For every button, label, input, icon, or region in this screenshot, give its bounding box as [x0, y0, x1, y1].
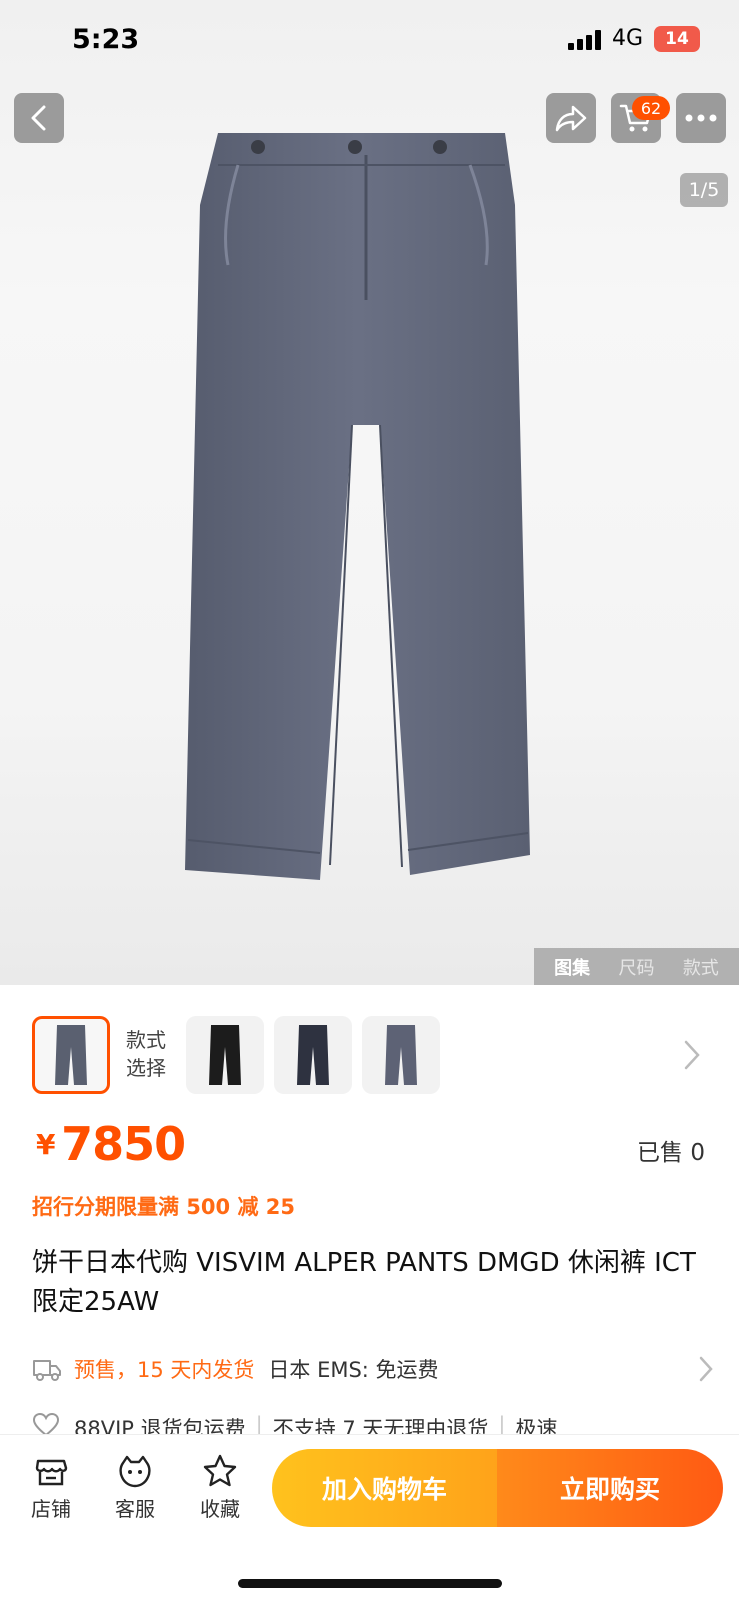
tab-gallery[interactable]: 图集 [554, 954, 590, 980]
product-title: 饼干日本代购 VISVIM ALPER PANTS DMGD 休闲裤 ICT限定… [32, 1248, 696, 1317]
home-indicator[interactable] [238, 1579, 502, 1588]
bottom-action-bar: 店铺 客服 收藏 加入购物车 立即购买 [0, 1434, 739, 1600]
service-item-return-shipping: 88VIP 退货包运费 [74, 1417, 246, 1435]
product-price: ¥ 7850 [36, 1117, 186, 1171]
store-icon [35, 1459, 68, 1486]
battery-icon: 14 [654, 26, 700, 52]
price-amount: 7850 [61, 1117, 186, 1171]
divider: | [255, 1413, 263, 1435]
service-item-fast: 极速 [515, 1417, 558, 1435]
heart-icon [32, 1413, 60, 1435]
gallery-tabs: 图集 尺码 款式 [534, 948, 739, 985]
variant-thumb-3[interactable] [274, 1016, 352, 1094]
star-icon [203, 1454, 237, 1487]
service-item-no-7day-return: 不支持 7 天无理由退货 [272, 1417, 489, 1435]
battery-level: 14 [665, 29, 689, 49]
customer-service-icon [119, 1455, 151, 1488]
price-currency: ¥ [36, 1128, 56, 1161]
variant-image [297, 1025, 329, 1085]
cart-count-badge: 62 [632, 96, 670, 120]
store-button[interactable]: 店铺 [21, 1453, 81, 1522]
promo-banner[interactable]: 招行分期限量满 500 减 25 [32, 1191, 295, 1221]
more-button[interactable] [676, 93, 726, 143]
variant-selector[interactable]: 款式 选择 [32, 1016, 722, 1096]
network-type: 4G [612, 26, 644, 51]
shipping-destination: 日本 EMS: 免运费 [268, 1358, 439, 1382]
variant-image [385, 1025, 417, 1085]
status-time: 5:23 [72, 24, 140, 55]
shipping-row[interactable]: 预售，15 天内发货 日本 EMS: 免运费 [32, 1352, 722, 1386]
truck-icon [33, 1360, 61, 1381]
more-icon [685, 114, 717, 122]
image-page-indicator: 1/5 [680, 173, 728, 207]
customer-service-button[interactable]: 客服 [105, 1453, 165, 1522]
chevron-right-icon[interactable] [682, 1038, 702, 1072]
back-button[interactable] [14, 93, 64, 143]
store-label: 店铺 [31, 1497, 71, 1521]
sold-count: 已售 0 [637, 1140, 705, 1166]
share-button[interactable] [546, 93, 596, 143]
variant-image [55, 1025, 87, 1085]
product-image-gallery[interactable]: 图集 尺码 款式 [0, 0, 739, 985]
product-image [185, 133, 530, 880]
customer-service-label: 客服 [115, 1497, 155, 1521]
variant-thumb-4[interactable] [362, 1016, 440, 1094]
variant-label: 款式 选择 [126, 1028, 166, 1080]
divider: | [498, 1413, 506, 1435]
chevron-left-icon [31, 105, 46, 131]
variant-thumb-2[interactable] [186, 1016, 264, 1094]
tab-style[interactable]: 款式 [683, 954, 719, 980]
chevron-right-icon [699, 1356, 713, 1382]
presale-text: 预售，15 天内发货 [74, 1358, 255, 1382]
favorite-button[interactable]: 收藏 [190, 1453, 250, 1522]
tab-size[interactable]: 尺码 [618, 954, 654, 980]
variant-image [209, 1025, 241, 1085]
add-to-cart-button[interactable]: 加入购物车 [272, 1449, 497, 1527]
buy-now-button[interactable]: 立即购买 [497, 1449, 723, 1527]
favorite-label: 收藏 [200, 1497, 240, 1521]
service-guarantee-row[interactable]: 88VIP 退货包运费 | 不支持 7 天无理由退货 | 极速 [32, 1413, 722, 1435]
variant-thumb-1[interactable] [32, 1016, 110, 1094]
signal-icon [568, 30, 601, 50]
share-icon [555, 105, 587, 132]
status-bar: 5:23 4G 14 [0, 0, 739, 80]
